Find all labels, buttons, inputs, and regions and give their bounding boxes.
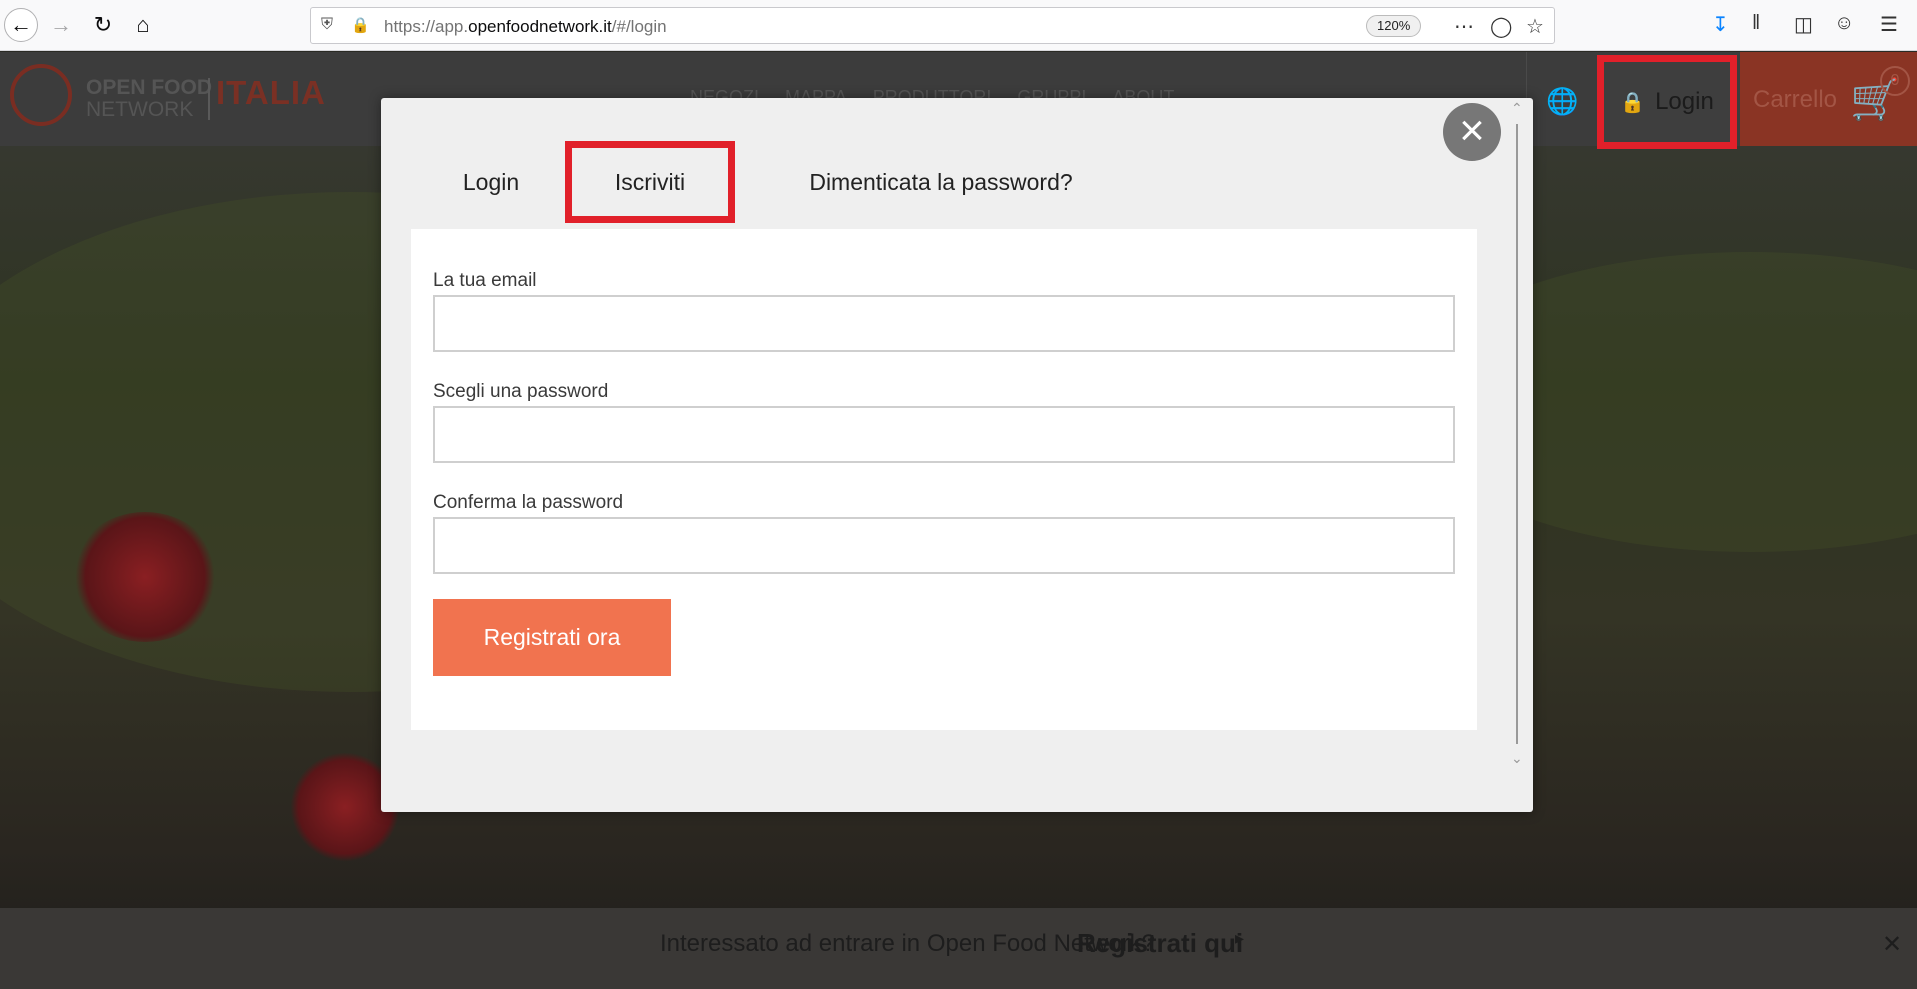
password-field[interactable] xyxy=(433,406,1455,463)
header-login-button[interactable]: 🔒 Login xyxy=(1597,55,1737,149)
tab-signup[interactable]: Iscriviti xyxy=(565,141,735,223)
email-label: La tua email xyxy=(433,270,537,291)
library-icon[interactable]: ‖ xyxy=(1752,12,1760,35)
password-label: Scegli una password xyxy=(433,381,609,402)
email-field[interactable] xyxy=(433,295,1455,352)
logo-text[interactable]: OPEN FOOD xyxy=(86,76,212,100)
scrollbar-track[interactable] xyxy=(1516,124,1518,744)
sidebar-icon[interactable]: ◫ xyxy=(1794,12,1813,37)
register-button[interactable]: Registrati ora xyxy=(433,599,671,676)
browser-toolbar: ← → ↻ ⌂ ⛨ 🔒 https://app.openfoodnetwork.… xyxy=(0,0,1917,51)
scroll-up-icon[interactable]: ⌃ xyxy=(1511,100,1523,117)
padlock-icon[interactable]: 🔒 xyxy=(351,16,370,34)
back-arrow-icon[interactable]: ← xyxy=(4,8,38,42)
url-text[interactable]: https://app.openfoodnetwork.it/#/login xyxy=(384,17,667,37)
download-icon[interactable]: ↧ xyxy=(1712,12,1729,37)
lock-icon: 🔒 xyxy=(1620,91,1646,114)
logo-country[interactable]: ITALIA xyxy=(216,74,326,112)
signup-form: La tua email Scegli una password Conferm… xyxy=(411,229,1477,730)
bookmark-star-icon[interactable]: ☆ xyxy=(1526,14,1544,39)
url-bar[interactable]: ⛨ 🔒 https://app.openfoodnetwork.it/#/log… xyxy=(310,7,1555,44)
header-login-label: Login xyxy=(1655,88,1714,115)
forward-arrow-icon[interactable]: → xyxy=(44,8,78,42)
more-actions-icon[interactable]: ⋯ xyxy=(1454,14,1474,39)
menu-icon[interactable]: ☰ xyxy=(1880,12,1898,37)
reload-icon[interactable]: ↻ xyxy=(86,8,120,42)
caret-right-icon: ▸ xyxy=(1235,928,1245,948)
tracking-shield-icon[interactable]: ⛨ xyxy=(321,16,333,34)
scroll-down-icon[interactable]: ⌄ xyxy=(1511,750,1523,767)
auth-modal: × Login Iscriviti Dimenticata la passwor… xyxy=(381,98,1533,812)
ofn-logo-icon[interactable] xyxy=(10,64,72,126)
signup-banner: Interessato ad entrare in Open Food Netw… xyxy=(0,908,1917,989)
logo-divider xyxy=(208,78,210,120)
rose-flower xyxy=(70,512,220,642)
home-icon[interactable]: ⌂ xyxy=(126,8,160,42)
globe-icon[interactable]: 🌐 xyxy=(1546,86,1578,117)
logo-text[interactable]: NETWORK xyxy=(86,98,193,122)
pocket-icon[interactable]: ◯ xyxy=(1490,14,1512,39)
confirm-password-field[interactable] xyxy=(433,517,1455,574)
close-icon[interactable]: × xyxy=(1443,103,1501,161)
modal-scrollbar[interactable]: ⌃ ⌄ xyxy=(1507,100,1527,768)
tab-login[interactable]: Login xyxy=(441,141,541,223)
cart-count-badge: 0 xyxy=(1880,66,1910,96)
confirm-password-label: Conferma la password xyxy=(433,492,624,513)
tab-forgot-password[interactable]: Dimenticata la password? xyxy=(781,141,1101,223)
banner-register-link[interactable]: Registrati qui xyxy=(1077,928,1243,959)
zoom-level-badge[interactable]: 120% xyxy=(1366,15,1422,37)
close-icon[interactable]: ✕ xyxy=(1882,930,1902,959)
cart-label: Carrello xyxy=(1753,86,1838,113)
account-icon[interactable]: ☺ xyxy=(1834,12,1854,35)
cart-button[interactable]: Carrello 🛒 0 xyxy=(1740,52,1917,146)
